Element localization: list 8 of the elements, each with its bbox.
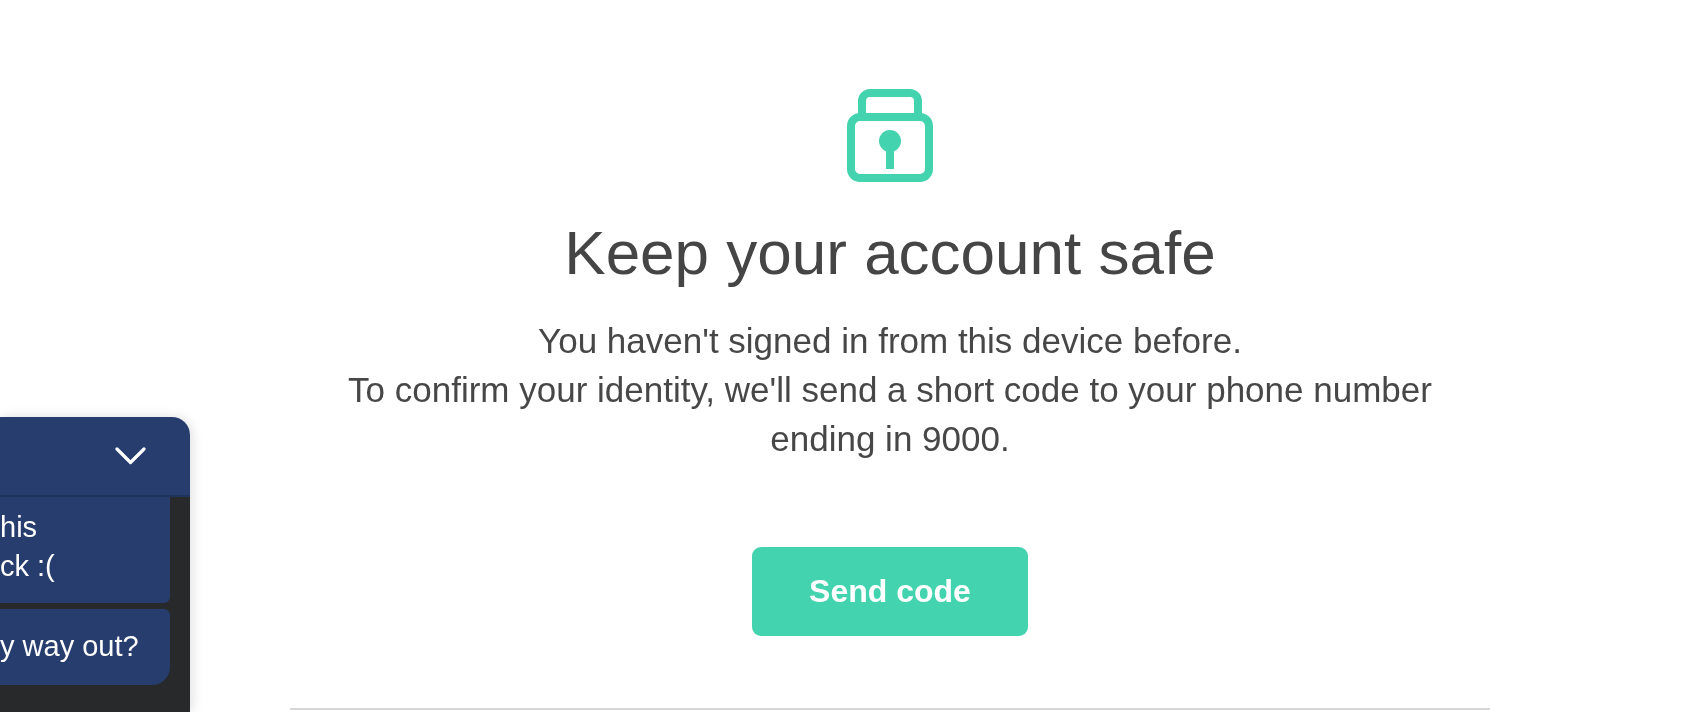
chevron-down-icon[interactable] [115,447,146,465]
info-text: You haven't signed in from this device before. [538,320,1242,362]
message-bubble: y way out? [0,609,170,685]
padlock-icon [847,89,933,182]
message-bubble: his ck :( [0,497,170,603]
info-text: To confirm your identity, we'll send a short code to your phone number ending in 9000. [347,369,1433,460]
send-code-button[interactable]: Send code [752,547,1028,636]
page-heading: Keep your account safe [564,217,1216,289]
